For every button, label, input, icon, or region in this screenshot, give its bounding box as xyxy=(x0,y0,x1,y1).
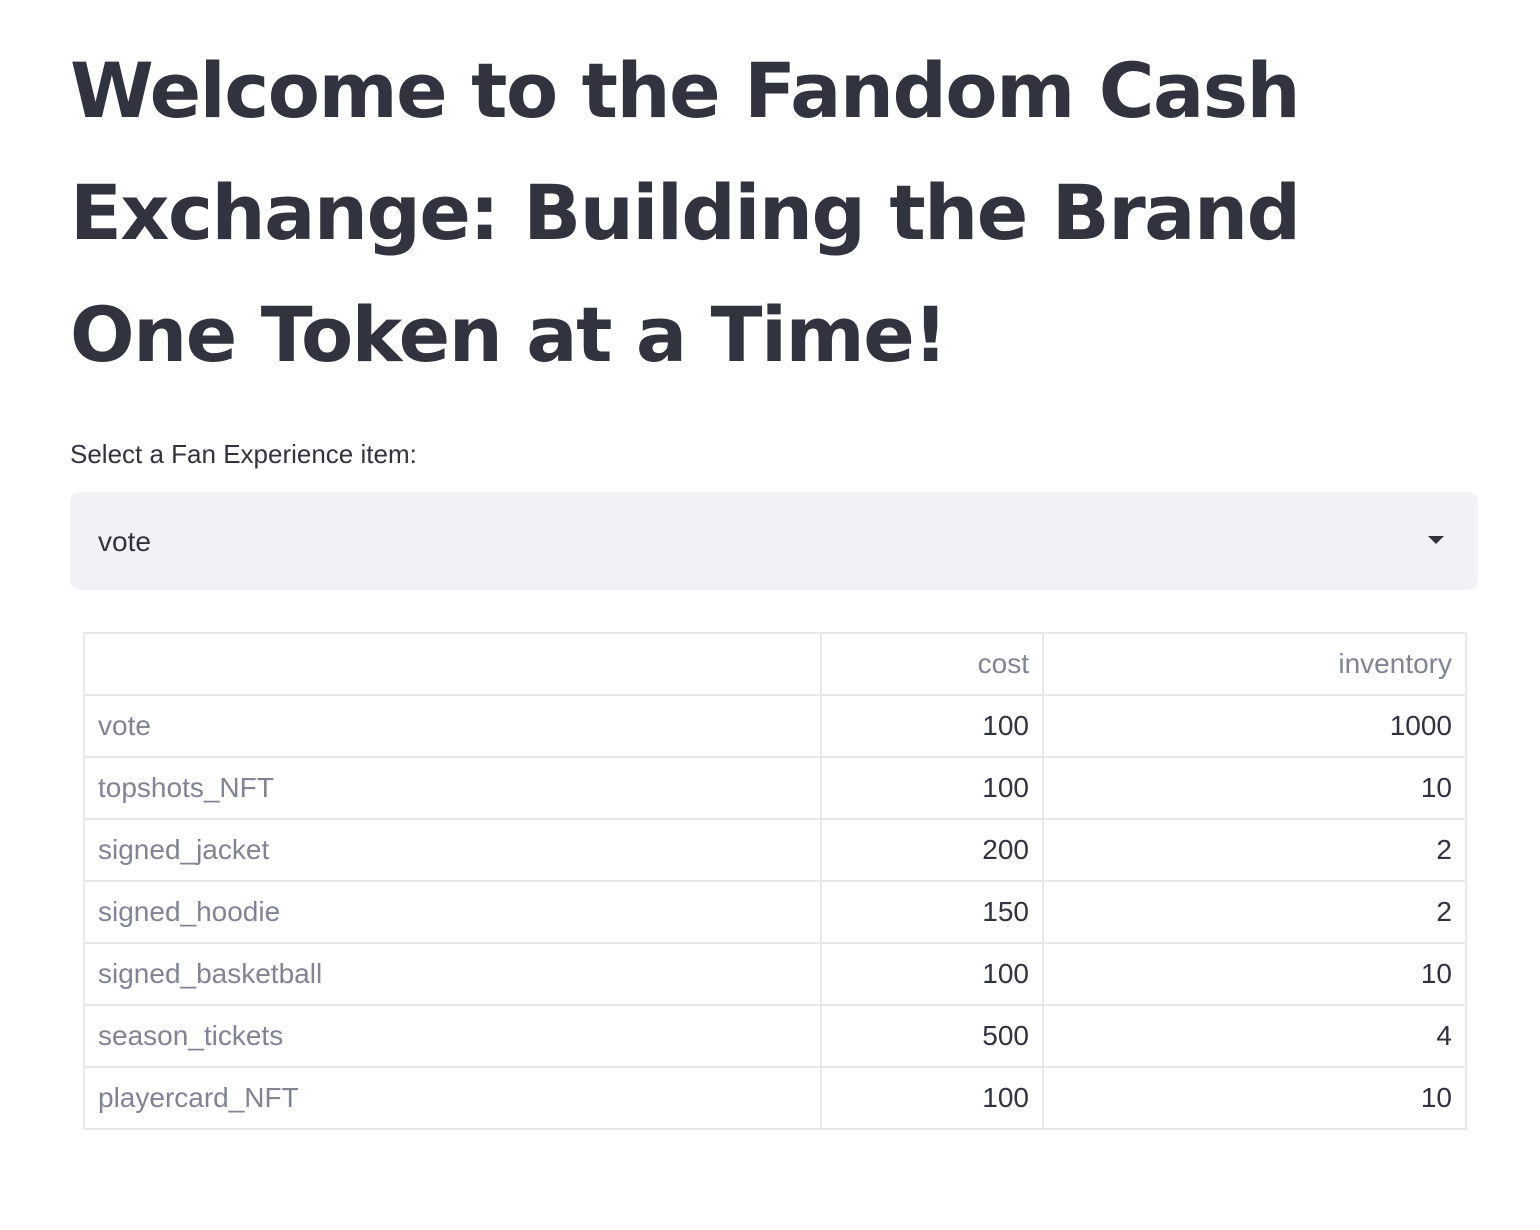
inventory-cell[interactable]: 10 xyxy=(1042,942,1467,1006)
cost-cell[interactable]: 100 xyxy=(820,942,1044,1006)
inventory-cell[interactable]: 2 xyxy=(1042,818,1467,882)
row-name-cell[interactable]: vote xyxy=(83,694,822,758)
inventory-cell[interactable]: 2 xyxy=(1042,880,1467,944)
chevron-down-icon xyxy=(1428,536,1444,544)
fan-experience-select[interactable]: vote xyxy=(70,492,1478,590)
cost-cell[interactable]: 100 xyxy=(820,1066,1044,1130)
items-table: cost inventory vote 100 1000 topshots_NF… xyxy=(83,632,1467,1130)
cost-cell[interactable]: 100 xyxy=(820,756,1044,820)
inventory-cell[interactable]: 10 xyxy=(1042,1066,1467,1130)
page-title: Welcome to the Fandom Cash Exchange: Bui… xyxy=(70,46,1301,379)
table-row: playercard_NFT 100 10 xyxy=(83,1066,1467,1130)
table-row: season_tickets 500 4 xyxy=(83,1004,1467,1068)
column-header-inventory[interactable]: inventory xyxy=(1042,632,1467,696)
table-row: signed_jacket 200 2 xyxy=(83,818,1467,882)
row-name-cell[interactable]: season_tickets xyxy=(83,1004,822,1068)
row-name-cell[interactable]: playercard_NFT xyxy=(83,1066,822,1130)
table-row: signed_hoodie 150 2 xyxy=(83,880,1467,944)
row-name-cell[interactable]: signed_jacket xyxy=(83,818,822,882)
cost-cell[interactable]: 100 xyxy=(820,694,1044,758)
column-header-index[interactable] xyxy=(83,632,822,696)
table-row: vote 100 1000 xyxy=(83,694,1467,758)
column-header-cost[interactable]: cost xyxy=(820,632,1044,696)
select-label: Select a Fan Experience item: xyxy=(70,439,417,469)
row-name-cell[interactable]: signed_hoodie xyxy=(83,880,822,944)
select-value: vote xyxy=(98,526,151,557)
cost-cell[interactable]: 500 xyxy=(820,1004,1044,1068)
row-name-cell[interactable]: signed_basketball xyxy=(83,942,822,1006)
inventory-cell[interactable]: 1000 xyxy=(1042,694,1467,758)
cost-cell[interactable]: 150 xyxy=(820,880,1044,944)
table-row: topshots_NFT 100 10 xyxy=(83,756,1467,820)
table-row: signed_basketball 100 10 xyxy=(83,942,1467,1006)
table-header-row: cost inventory xyxy=(83,632,1467,696)
inventory-cell[interactable]: 10 xyxy=(1042,756,1467,820)
inventory-cell[interactable]: 4 xyxy=(1042,1004,1467,1068)
cost-cell[interactable]: 200 xyxy=(820,818,1044,882)
row-name-cell[interactable]: topshots_NFT xyxy=(83,756,822,820)
